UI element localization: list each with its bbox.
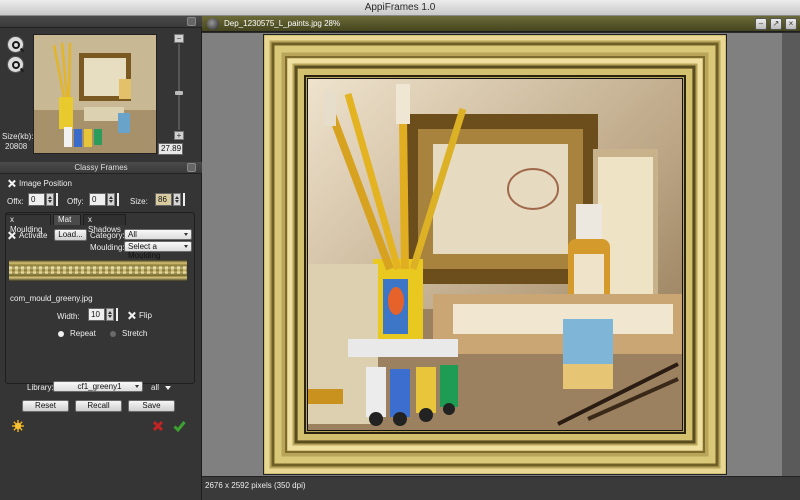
size-field-label: Size: (130, 197, 148, 206)
document-title: Dep_1230575_L_paints.jpg 28% (224, 19, 341, 28)
radio-selected-icon (58, 330, 64, 337)
activate-checkbox[interactable]: Activate (8, 231, 47, 240)
category-value: All (128, 230, 137, 239)
classy-frames-header: Classy Frames (0, 162, 202, 174)
moulding-label: Moulding: (90, 243, 125, 252)
zoom-slider-track[interactable] (178, 44, 180, 130)
size-value: 20808 (5, 142, 28, 151)
width-stepper-arrows[interactable] (106, 308, 114, 321)
flip-checkbox[interactable]: Flip (128, 311, 152, 320)
chevron-down-icon (135, 385, 139, 388)
sun-gear-icon[interactable] (12, 420, 24, 432)
navigator-header (0, 16, 202, 28)
size-stepper-arrows[interactable] (173, 193, 181, 206)
framed-image[interactable] (263, 34, 727, 475)
moulding-preview (9, 260, 187, 281)
left-panel: Size(kb): 20808 − + 27.89 Classy Frames … (0, 16, 202, 500)
repeat-radio[interactable]: Repeat (58, 329, 96, 338)
moulding-file-label: com_mould_greeny.jpg (10, 294, 93, 303)
width-slider-handle[interactable] (116, 308, 118, 321)
minimize-button[interactable]: – (755, 18, 767, 30)
zoom-value-field[interactable]: 27.89 (158, 143, 183, 155)
reset-button[interactable]: Reset (22, 400, 69, 412)
offy-stepper-arrows[interactable] (107, 193, 115, 206)
checkmark-x-icon (128, 312, 135, 319)
category-select[interactable]: All (124, 229, 192, 240)
vertical-scrollbar[interactable] (782, 33, 800, 476)
zoom-slider-knob[interactable] (175, 91, 183, 96)
cancel-icon[interactable] (152, 420, 164, 432)
offx-stepper-arrows[interactable] (46, 193, 54, 206)
recall-button[interactable]: Recall (75, 400, 122, 412)
offy-slider-handle[interactable] (117, 193, 119, 206)
offx-field[interactable]: 0 (28, 193, 45, 206)
checkmark-x-icon (8, 180, 15, 187)
category-label: Category: (90, 231, 125, 240)
radio-unselected-icon (110, 330, 116, 337)
classy-frames-title: Classy Frames (74, 163, 128, 172)
offx-label: Offx: (7, 197, 24, 206)
load-button[interactable]: Load... (54, 229, 87, 241)
image-position-label: Image Position (19, 179, 72, 188)
app-logo-icon (207, 18, 219, 30)
stretch-label: Stretch (122, 329, 148, 338)
zoom-in-button[interactable] (7, 36, 24, 53)
checkmark-icon[interactable] (173, 420, 186, 432)
tab-mat[interactable]: Mat (53, 214, 81, 225)
navigator-thumbnail[interactable] (33, 34, 157, 154)
offy-field[interactable]: 0 (89, 193, 106, 206)
zoom-out-icon (11, 60, 20, 69)
library-filter-value: all (151, 383, 160, 392)
chevron-down-icon (165, 386, 172, 390)
tab-moulding[interactable]: x Moulding (5, 214, 51, 234)
library-filter[interactable]: all (151, 383, 172, 392)
offx-slider-handle[interactable] (56, 193, 58, 206)
image-dimensions-status: 2676 x 2592 pixels (350 dpi) (205, 481, 306, 490)
app-window: AppiFrames 1.0 Size(kb): 20808 − + 27.89… (0, 0, 800, 500)
image-position-checkbox[interactable]: Image Position (8, 179, 72, 188)
restore-button[interactable]: ↗ (770, 18, 782, 30)
classy-frames-detach-icon[interactable] (187, 163, 196, 172)
width-label: Width: (57, 312, 80, 321)
repeat-label: Repeat (70, 329, 96, 338)
flip-label: Flip (139, 311, 152, 320)
library-value: cf1_greeny1 (77, 382, 122, 391)
navigator-detach-icon[interactable] (187, 17, 196, 26)
photo-content (307, 78, 683, 431)
width-field[interactable]: 10 (88, 308, 105, 321)
offy-label: Offy: (67, 197, 84, 206)
moulding-select[interactable]: Select a Moulding (124, 241, 192, 260)
zoom-out-button[interactable] (7, 56, 24, 73)
size-field[interactable]: 86 (155, 193, 172, 206)
stretch-radio[interactable]: Stretch (110, 329, 147, 338)
document-tab-bar: Dep_1230575_L_paints.jpg 28% – ↗ × (202, 16, 800, 32)
size-slider-handle[interactable] (183, 193, 185, 206)
tab-shadows[interactable]: x Shadows (83, 214, 126, 234)
zoom-slider-plus-button[interactable]: + (174, 131, 184, 140)
window-title: AppiFrames 1.0 (364, 2, 436, 13)
save-button[interactable]: Save (128, 400, 175, 412)
checkmark-x-icon (8, 232, 15, 239)
zoom-slider-minus-button[interactable]: − (174, 34, 184, 43)
zoom-in-icon (11, 40, 20, 49)
activate-label: Activate (19, 231, 48, 240)
library-label: Library: (27, 383, 54, 392)
size-label: Size(kb): (2, 132, 34, 141)
zoom-slider[interactable]: − + (174, 34, 184, 140)
title-bar: AppiFrames 1.0 (0, 0, 800, 16)
moulding-value: Select a Moulding (128, 242, 161, 260)
status-bar: 2676 x 2592 pixels (350 dpi) (202, 476, 800, 500)
chevron-down-icon (184, 245, 188, 248)
close-button[interactable]: × (785, 18, 797, 30)
chevron-down-icon (184, 233, 188, 236)
library-select[interactable]: cf1_greeny1 (53, 381, 143, 392)
